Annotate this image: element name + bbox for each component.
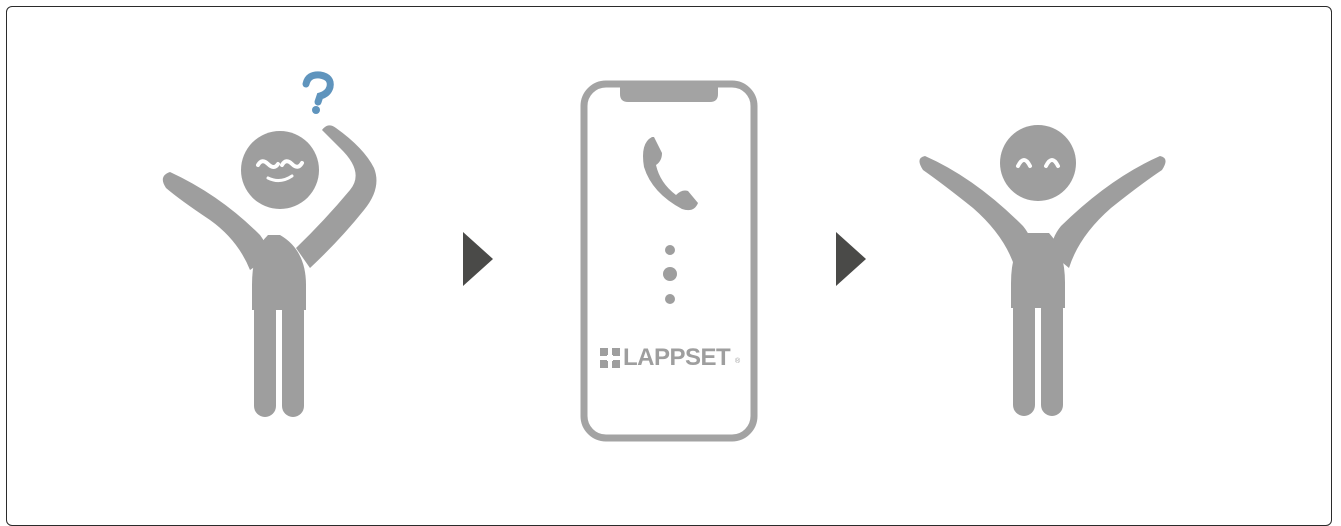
lappset-registered-mark: ®: [735, 358, 741, 365]
phone-handset-icon: [638, 133, 702, 213]
happy-person-figure: [915, 118, 1170, 423]
lappset-brand-name: LAPPSET: [623, 344, 731, 371]
lappset-logo-icon: [600, 348, 620, 368]
arrow-right-icon: [836, 232, 866, 286]
lappset-logo: LAPPSET ®: [600, 343, 750, 373]
arrow-right-icon: [463, 232, 493, 286]
ellipsis-vertical-icon: [660, 244, 680, 308]
confused-person-figure: [150, 60, 390, 430]
question-mark-icon: [300, 71, 336, 114]
